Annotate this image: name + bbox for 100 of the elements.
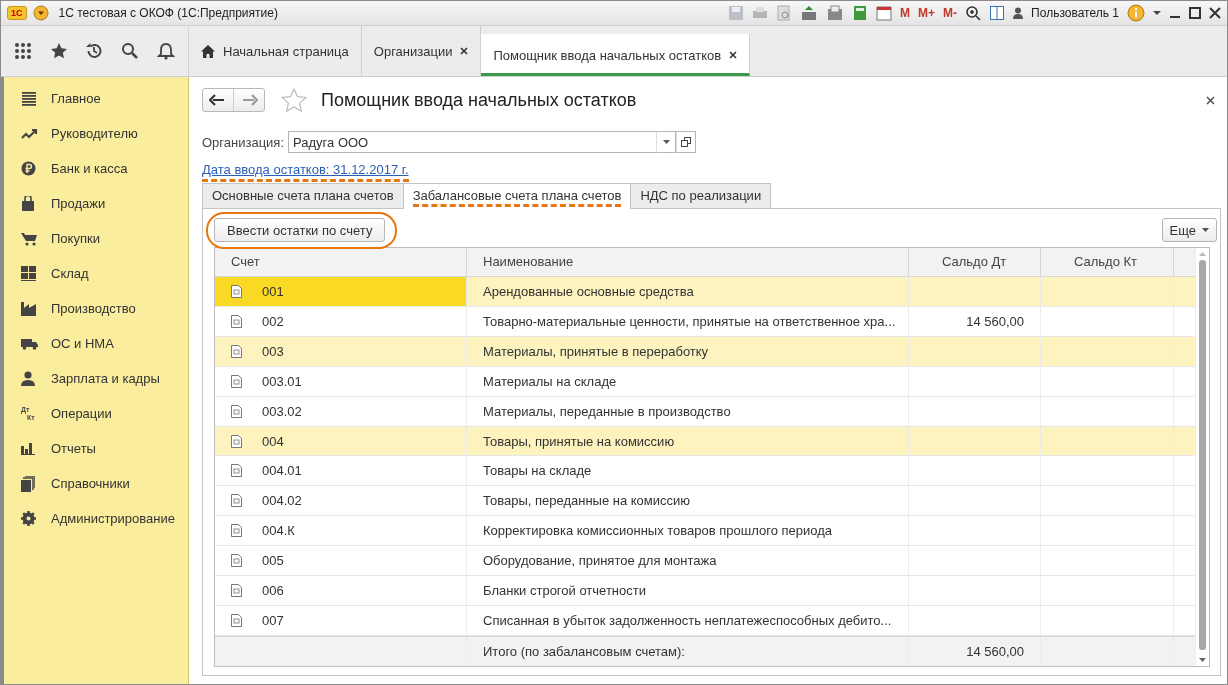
bell-icon[interactable] bbox=[157, 42, 176, 60]
account-code: 001 bbox=[262, 283, 284, 299]
truck-icon bbox=[21, 337, 38, 350]
sidebar-item[interactable]: Главное bbox=[4, 81, 188, 116]
memory-button[interactable]: M+ bbox=[918, 6, 936, 20]
column-header[interactable]: Сальдо Дт bbox=[909, 248, 1041, 276]
account-icon bbox=[231, 614, 242, 628]
sidebar-item[interactable]: Банк и касса bbox=[4, 151, 188, 186]
account-code: 004.01 bbox=[262, 463, 302, 479]
column-header[interactable]: Наименование bbox=[467, 248, 909, 276]
open-tab[interactable]: Помощник ввода начальных остатков bbox=[481, 34, 751, 76]
table-row[interactable]: 004.К Корректировка комиссионных товаров прошлого периода bbox=[215, 516, 1195, 547]
dropdown-caret-icon[interactable] bbox=[662, 140, 670, 144]
sidebar-item[interactable]: Производство bbox=[4, 291, 188, 326]
ruble-coin-icon bbox=[21, 161, 36, 176]
tab[interactable]: Забалансовые счета плана счетов bbox=[402, 183, 632, 209]
column-header[interactable]: Счет bbox=[215, 248, 467, 276]
maximize-icon[interactable] bbox=[1189, 7, 1201, 19]
scrollbar[interactable] bbox=[1195, 248, 1209, 666]
document-icon[interactable] bbox=[826, 5, 845, 21]
open-tab[interactable]: Начальная страница bbox=[189, 26, 362, 76]
preview-icon[interactable] bbox=[776, 5, 793, 21]
more-button[interactable]: Еще bbox=[1161, 218, 1217, 242]
account-code: 002 bbox=[262, 313, 284, 329]
shopping-bag-icon bbox=[21, 196, 35, 211]
account-code: 003.01 bbox=[262, 373, 302, 389]
search-icon[interactable] bbox=[121, 42, 140, 60]
scroll-thumb[interactable] bbox=[1199, 260, 1206, 650]
form-title: Помощник ввода начальных остатков bbox=[321, 89, 637, 111]
table-row[interactable]: 001 Арендованные основные средства bbox=[215, 276, 1195, 307]
close-icon[interactable] bbox=[729, 51, 738, 59]
table-row[interactable]: 007 Списанная в убыток задолженность неплатежеспособных дебито... bbox=[215, 606, 1195, 636]
table-row[interactable]: 003 Материалы, принятые в переработку bbox=[215, 336, 1195, 367]
star-outline-icon[interactable] bbox=[281, 87, 307, 113]
scroll-down-icon[interactable] bbox=[1199, 658, 1206, 662]
organization-field[interactable]: Радуга ООО bbox=[288, 131, 657, 153]
cart-icon bbox=[21, 231, 37, 246]
window-title: 1С тестовая с ОКОФ (1С:Предприятие) bbox=[58, 6, 278, 20]
sidebar-item[interactable]: Справочники bbox=[4, 466, 188, 501]
table-row[interactable]: 004.01 Товары на складе bbox=[215, 456, 1195, 487]
calculator-icon[interactable] bbox=[852, 5, 869, 21]
sidebar-item[interactable]: Продажи bbox=[4, 186, 188, 221]
upload-document-icon[interactable] bbox=[800, 5, 819, 21]
sidebar-item[interactable]: ОС и НМА bbox=[4, 326, 188, 361]
caret-icon bbox=[1202, 228, 1209, 232]
info-icon[interactable] bbox=[1127, 4, 1145, 22]
account-code: 007 bbox=[262, 613, 284, 629]
calendar-icon[interactable] bbox=[876, 5, 893, 21]
memory-button[interactable]: M- bbox=[943, 6, 958, 20]
memory-button[interactable]: M bbox=[900, 6, 911, 20]
factory-icon bbox=[21, 301, 36, 316]
panel-icon[interactable] bbox=[989, 5, 1006, 21]
close-icon[interactable] bbox=[1209, 7, 1221, 19]
account-icon bbox=[231, 434, 242, 448]
column-header[interactable]: Сальдо Кт bbox=[1041, 248, 1174, 276]
debit-balance: 14 560,00 bbox=[966, 313, 1024, 329]
enter-balances-button[interactable]: Ввести остатки по счету bbox=[214, 218, 386, 242]
account-code: 005 bbox=[262, 553, 284, 569]
sidebar-item[interactable]: Администрирование bbox=[4, 501, 188, 536]
sidebar-item[interactable]: Покупки bbox=[4, 221, 188, 256]
total-debit: 14 560,00 bbox=[966, 644, 1024, 660]
history-icon[interactable] bbox=[85, 42, 104, 60]
account-icon bbox=[231, 404, 242, 418]
date-link[interactable]: Дата ввода остатков: 31.12.2017 г. bbox=[202, 162, 409, 177]
close-icon[interactable] bbox=[460, 47, 469, 55]
sidebar-item[interactable]: Руководителю bbox=[4, 116, 188, 151]
zoom-icon[interactable] bbox=[965, 5, 982, 21]
dropdown-circle-icon[interactable] bbox=[32, 5, 49, 21]
table-row[interactable]: 003.02 Материалы, переданные в производство bbox=[215, 396, 1195, 427]
account-code: 003 bbox=[262, 343, 284, 359]
tab[interactable]: НДС по реализации bbox=[630, 183, 772, 208]
caret-icon[interactable] bbox=[1153, 10, 1161, 16]
table-row[interactable]: 005 Оборудование, принятое для монтажа bbox=[215, 546, 1195, 577]
books-icon bbox=[21, 475, 35, 492]
sidebar-item[interactable]: Отчеты bbox=[4, 431, 188, 466]
account-name: Списанная в убыток задолженность неплатежеспособных дебито... bbox=[483, 613, 892, 629]
back-arrow-icon[interactable] bbox=[209, 94, 225, 106]
bar-chart-icon bbox=[21, 442, 35, 455]
sidebar-item[interactable]: Склад bbox=[4, 256, 188, 291]
apps-grid-icon[interactable] bbox=[13, 42, 32, 60]
sidebar-item[interactable]: Зарплата и кадры bbox=[4, 361, 188, 396]
trend-icon bbox=[21, 128, 37, 139]
account-name: Товары на складе bbox=[483, 463, 592, 479]
tab[interactable]: Основные счета плана счетов bbox=[202, 183, 404, 208]
star-icon[interactable] bbox=[49, 42, 68, 60]
account-name: Оборудование, принятое для монтажа bbox=[483, 553, 717, 569]
close-icon[interactable] bbox=[1206, 95, 1215, 105]
user-name[interactable]: Пользователь 1 bbox=[1031, 6, 1119, 20]
table-row[interactable]: 002 Товарно-материальные ценности, принятые на ответственное хра... 14 560,00 bbox=[215, 306, 1195, 337]
forward-arrow-icon[interactable] bbox=[242, 94, 258, 106]
table-row[interactable]: 006 Бланки строгой отчетности bbox=[215, 576, 1195, 607]
warehouse-grid-icon bbox=[21, 266, 36, 281]
account-code: 006 bbox=[262, 583, 284, 599]
table-row[interactable]: 004 Товары, принятые на комиссию bbox=[215, 426, 1195, 457]
app-logo: 1С bbox=[7, 6, 27, 20]
account-icon bbox=[231, 584, 242, 598]
table-row[interactable]: 004.02 Товары, переданные на комиссию bbox=[215, 486, 1195, 517]
person-icon bbox=[21, 371, 35, 386]
open-window-icon[interactable] bbox=[681, 137, 692, 147]
table-row[interactable]: 003.01 Материалы на складе bbox=[215, 366, 1195, 397]
